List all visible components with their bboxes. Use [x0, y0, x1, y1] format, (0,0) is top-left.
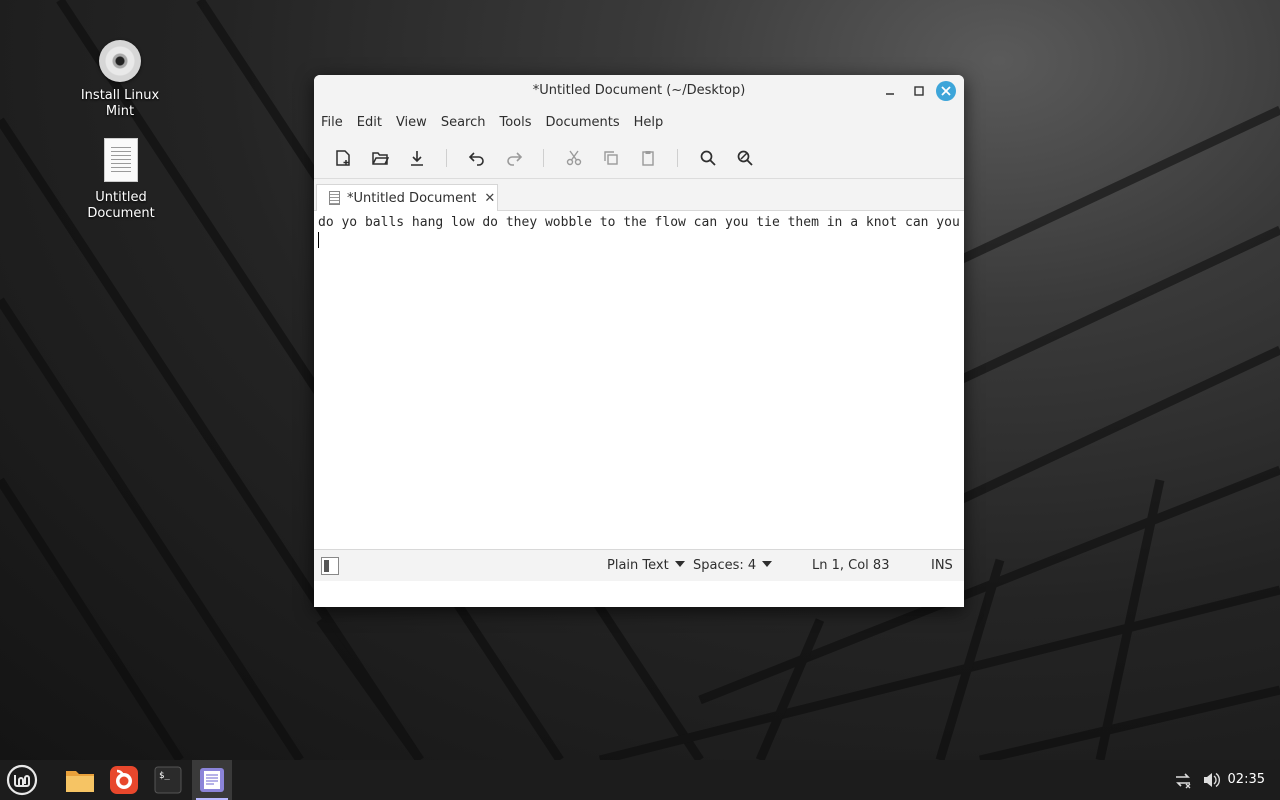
toolbar-separator: [446, 148, 447, 167]
menubar: File Edit View Search Tools Documents He…: [314, 107, 964, 137]
network-icon: [1176, 773, 1191, 789]
insert-mode: INS: [931, 558, 953, 573]
titlebar[interactable]: *Untitled Document (~/Desktop): [314, 75, 964, 107]
menu-tools[interactable]: Tools: [499, 115, 531, 130]
desktop-icon-label: Install Linux Mint: [80, 88, 160, 119]
menu-view[interactable]: View: [396, 115, 427, 130]
language-label: Plain Text: [607, 558, 669, 573]
disc-icon: [99, 40, 141, 82]
menu-edit[interactable]: Edit: [357, 115, 382, 130]
save-download-icon: [410, 150, 423, 166]
text-editor-icon: [200, 768, 224, 792]
tab-label: *Untitled Document: [347, 190, 477, 206]
save-button[interactable]: [398, 143, 435, 173]
minimize-button[interactable]: [880, 81, 900, 101]
language-selector[interactable]: Plain Text: [607, 558, 685, 573]
search-button[interactable]: [689, 143, 726, 173]
toolbar: [314, 137, 964, 179]
redo-icon: [506, 151, 522, 166]
start-menu-button[interactable]: [2, 760, 42, 800]
menu-documents[interactable]: Documents: [546, 115, 620, 130]
tab-bar: *Untitled Document ✕: [314, 179, 964, 211]
text-editor-area[interactable]: do yo balls hang low do they wobble to t…: [314, 211, 964, 549]
chevron-down-icon: [762, 561, 773, 567]
maximize-button[interactable]: [909, 81, 929, 101]
volume-icon: [1204, 772, 1220, 788]
paste-button[interactable]: [629, 143, 666, 173]
replace-icon: [737, 150, 753, 166]
desktop-icon-untitled-document[interactable]: Untitled Document: [66, 138, 176, 222]
taskbar-files[interactable]: [60, 760, 100, 800]
desktop-icon-install-linux-mint[interactable]: Install Linux Mint: [65, 40, 175, 120]
search-icon: [700, 150, 716, 166]
maximize-icon: [914, 86, 924, 96]
tab-close-icon[interactable]: ✕: [484, 191, 495, 206]
open-folder-icon: [371, 151, 389, 165]
undo-button[interactable]: [458, 143, 495, 173]
taskbar-firefox[interactable]: [104, 760, 144, 800]
firefox-icon: [110, 766, 138, 794]
text-file-icon: [329, 191, 340, 205]
new-document-button[interactable]: [324, 143, 361, 173]
chevron-down-icon: [674, 561, 685, 567]
sidebar-toggle-icon[interactable]: [321, 557, 339, 575]
statusbar: Plain Text Spaces: 4 Ln 1, Col 83 INS: [314, 549, 964, 581]
menu-file[interactable]: File: [321, 115, 343, 130]
files-icon: [66, 771, 94, 792]
text-cursor: [318, 232, 319, 248]
redo-button[interactable]: [495, 143, 532, 173]
close-button[interactable]: [936, 81, 956, 101]
taskbar-terminal[interactable]: $_: [148, 760, 188, 800]
tab-width-label: Spaces: 4: [693, 558, 757, 573]
minimize-icon: [886, 93, 894, 95]
cut-button[interactable]: [555, 143, 592, 173]
toolbar-separator: [677, 148, 678, 167]
text-editor-window: *Untitled Document (~/Desktop) File Edit…: [314, 75, 964, 607]
editor-text: do yo balls hang low do they wobble to t…: [318, 215, 960, 230]
undo-icon: [468, 151, 484, 166]
volume-tray[interactable]: [1198, 760, 1224, 800]
window-title: *Untitled Document (~/Desktop): [532, 83, 746, 98]
cut-icon: [566, 150, 581, 165]
close-icon: [941, 86, 951, 96]
taskbar-text-editor[interactable]: [192, 760, 232, 800]
menu-help[interactable]: Help: [634, 115, 664, 130]
menu-icon: [6, 764, 38, 796]
new-document-icon: [335, 149, 350, 166]
paste-icon: [641, 150, 654, 166]
text-file-icon: [104, 138, 138, 182]
open-button[interactable]: [361, 143, 398, 173]
tab-width-selector[interactable]: Spaces: 4: [693, 558, 773, 573]
replace-button[interactable]: [726, 143, 763, 173]
taskbar: $_ 02:35: [0, 760, 1280, 800]
cursor-position: Ln 1, Col 83: [812, 558, 890, 573]
clock[interactable]: 02:35: [1228, 772, 1265, 787]
svg-text:$_: $_: [159, 771, 170, 781]
copy-button[interactable]: [592, 143, 629, 173]
toolbar-separator: [543, 148, 544, 167]
desktop-icon-label: Untitled Document: [87, 190, 155, 221]
copy-icon: [603, 150, 618, 165]
terminal-icon: $_: [154, 766, 182, 794]
tab-untitled-document[interactable]: *Untitled Document ✕: [316, 184, 498, 211]
menu-search[interactable]: Search: [441, 115, 486, 130]
network-tray[interactable]: [1170, 760, 1196, 800]
